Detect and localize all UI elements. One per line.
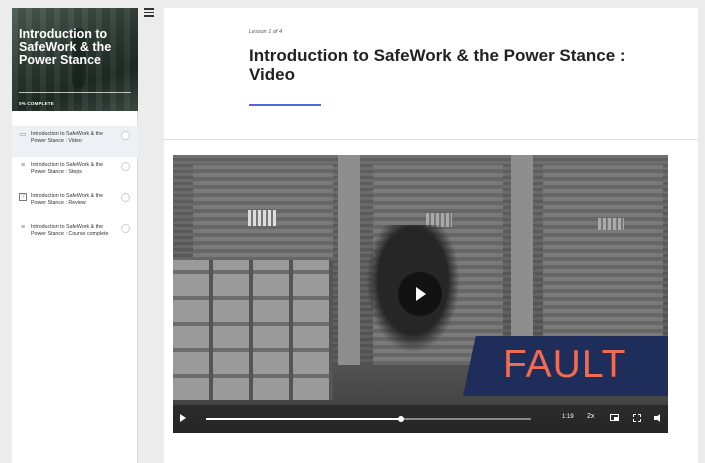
course-progress-divider (19, 92, 131, 93)
lesson-label: Introduction to SafeWork & the Power Sta… (31, 131, 104, 144)
lesson-status-circle-icon (121, 131, 130, 140)
warehouse-door (543, 165, 663, 365)
picture-in-picture-icon[interactable] (610, 414, 619, 421)
sidebar-lesson-video[interactable]: ▭ Introduction to SafeWork & the Power S… (12, 126, 138, 157)
hamburger-menu-icon[interactable] (144, 8, 154, 17)
page-title: Introduction to SafeWork & the Power Sta… (249, 46, 626, 84)
lesson-label: Introduction to SafeWork & the Power Sta… (31, 224, 109, 237)
stacked-crates (173, 260, 333, 400)
scrubber-progress (206, 418, 401, 420)
text-lines-icon: ≡ (20, 224, 26, 231)
play-icon[interactable] (180, 414, 186, 422)
video-icon: ▭ (19, 131, 27, 138)
course-progress-label: 0% COMPLETE (19, 101, 54, 106)
volume-icon[interactable] (654, 414, 663, 422)
warehouse-pillar (338, 155, 360, 395)
lesson-status-circle-icon (121, 224, 130, 233)
door-sign (598, 218, 624, 230)
fault-banner-text: FAULT (503, 343, 627, 386)
sidebar-lesson-course-complete[interactable]: ≡ Introduction to SafeWork & the Power S… (12, 219, 138, 250)
lesson-content: Lesson 1 of 4 Introduction to SafeWork &… (164, 8, 698, 463)
lesson-header: Lesson 1 of 4 Introduction to SafeWork &… (164, 8, 698, 140)
door-sign (248, 210, 276, 226)
lesson-label: Introduction to SafeWork & the Power Sta… (31, 162, 104, 175)
video-controls: 1:19 2x (173, 405, 668, 433)
sidebar-lesson-review[interactable]: ? Introduction to SafeWork & the Power S… (12, 188, 138, 219)
sidebar-lesson-steps[interactable]: ≡ Introduction to SafeWork & the Power S… (12, 157, 138, 188)
course-title: Introduction to SafeWork & the Power Sta… (19, 27, 112, 67)
lesson-status-circle-icon (121, 162, 130, 171)
scrubber-handle[interactable] (398, 415, 404, 422)
play-button[interactable] (398, 272, 442, 316)
quiz-icon: ? (19, 193, 27, 201)
fullscreen-icon[interactable] (633, 414, 641, 422)
course-hero: Introduction to SafeWork & the Power Sta… (12, 8, 138, 111)
playback-speed-button[interactable]: 2x (587, 413, 594, 420)
text-lines-icon: ≡ (20, 162, 26, 169)
lesson-count: Lesson 1 of 4 (249, 29, 283, 35)
lesson-status-circle-icon (121, 193, 130, 202)
video-scrubber[interactable] (206, 415, 531, 422)
video-time: 1:19 (562, 414, 574, 420)
lesson-list: ▭ Introduction to SafeWork & the Power S… (12, 126, 138, 250)
video-player[interactable]: FAULT 1:19 2x (173, 155, 668, 433)
title-accent-bar (249, 104, 321, 106)
course-sidebar: Introduction to SafeWork & the Power Sta… (12, 8, 138, 463)
app-frame: Introduction to SafeWork & the Power Sta… (0, 0, 705, 463)
lesson-label: Introduction to SafeWork & the Power Sta… (31, 193, 104, 206)
